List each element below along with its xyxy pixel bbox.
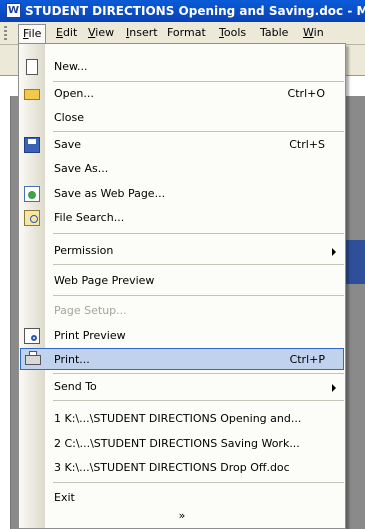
menu-item-label: Page Setup...: [54, 304, 127, 317]
menu-item-label: Permission: [54, 244, 114, 257]
menu-item-label: Exit: [54, 491, 75, 504]
menu-separator: [53, 233, 344, 234]
menu-view[interactable]: View: [84, 25, 118, 41]
menu-item-shortcut: Ctrl+P: [289, 353, 325, 366]
menu-table[interactable]: Table: [256, 25, 292, 41]
menu-item-label: New...: [54, 60, 88, 73]
menu-item-exit[interactable]: Exit: [20, 487, 344, 509]
menu-item-label: Save as Web Page...: [54, 187, 166, 200]
menu-window[interactable]: Win: [299, 25, 328, 41]
menu-item-save-as[interactable]: Save As...: [20, 158, 344, 180]
menu-item-label: Close: [54, 111, 84, 124]
menu-item-print[interactable]: Print... Ctrl+P: [20, 348, 344, 370]
menu-item-web-page-preview[interactable]: Web Page Preview: [20, 270, 344, 292]
menu-item-label: Send To: [54, 380, 97, 393]
menu-insert[interactable]: Insert: [122, 25, 162, 41]
new-document-icon: [26, 59, 38, 75]
menu-separator: [53, 264, 344, 265]
menu-edit[interactable]: Edit: [52, 25, 81, 41]
menu-separator: [53, 482, 344, 483]
menu-separator: [53, 295, 344, 296]
expand-menu-chevron-icon[interactable]: »: [19, 509, 345, 522]
window-title: STUDENT DIRECTIONS Opening and Saving.do…: [25, 4, 365, 18]
menu-bar: File Edit View Insert Format Tools Table…: [0, 22, 365, 45]
menu-item-recent-file-1[interactable]: 1 K:\...\STUDENT DIRECTIONS Opening and.…: [20, 408, 344, 430]
menu-separator: [53, 131, 344, 132]
menu-item-save[interactable]: Save Ctrl+S: [20, 134, 344, 156]
menu-item-label: Web Page Preview: [54, 274, 155, 287]
submenu-arrow-icon: [332, 384, 336, 392]
menu-item-label: Print...: [54, 353, 90, 366]
print-preview-icon: [24, 328, 40, 344]
menu-format[interactable]: Format: [163, 25, 210, 41]
menu-item-recent-file-2[interactable]: 2 C:\...\STUDENT DIRECTIONS Saving Work.…: [20, 433, 344, 455]
vertical-ruler: [0, 96, 11, 529]
menu-item-label: 2 C:\...\STUDENT DIRECTIONS Saving Work.…: [54, 437, 300, 450]
menu-item-open[interactable]: Open... Ctrl+O: [20, 83, 344, 105]
menu-separator: [53, 81, 344, 82]
toolbar-grip-handle[interactable]: [4, 26, 7, 40]
menu-item-new[interactable]: New...: [20, 56, 344, 78]
menu-separator: [53, 373, 344, 374]
menu-item-print-preview[interactable]: Print Preview: [20, 325, 344, 347]
menu-item-label: File Search...: [54, 211, 125, 224]
menu-item-label: 3 K:\...\STUDENT DIRECTIONS Drop Off.doc: [54, 461, 290, 474]
window-title-bar[interactable]: W STUDENT DIRECTIONS Opening and Saving.…: [0, 0, 365, 22]
file-search-icon: [24, 210, 40, 226]
menu-tools[interactable]: Tools: [215, 25, 250, 41]
open-folder-icon: [24, 89, 40, 100]
menu-item-file-search[interactable]: File Search...: [20, 207, 344, 229]
word-app-icon[interactable]: W: [6, 3, 21, 18]
menu-file[interactable]: File: [18, 24, 47, 45]
menu-item-recent-file-3[interactable]: 3 K:\...\STUDENT DIRECTIONS Drop Off.doc: [20, 457, 344, 479]
menu-item-label: Print Preview: [54, 329, 126, 342]
file-menu-dropdown: New... Open... Ctrl+O Close Save Ctrl+S …: [18, 43, 346, 529]
menu-item-label: 1 K:\...\STUDENT DIRECTIONS Opening and.…: [54, 412, 302, 425]
menu-item-save-as-web-page[interactable]: Save as Web Page...: [20, 183, 344, 205]
menu-separator: [53, 400, 344, 401]
menu-item-label: Open...: [54, 87, 94, 100]
menu-item-page-setup: Page Setup...: [20, 300, 344, 322]
printer-icon: [25, 351, 41, 365]
menu-item-label: Save As...: [54, 162, 109, 175]
save-disk-icon: [24, 137, 40, 153]
menu-item-close[interactable]: Close: [20, 107, 344, 129]
menu-item-send-to[interactable]: Send To: [20, 376, 344, 398]
menu-item-shortcut: Ctrl+S: [289, 138, 325, 151]
web-page-icon: [24, 186, 40, 202]
submenu-arrow-icon: [332, 248, 336, 256]
menu-item-label: Save: [54, 138, 82, 151]
menu-item-shortcut: Ctrl+O: [287, 87, 325, 100]
menu-item-permission[interactable]: Permission: [20, 240, 344, 262]
